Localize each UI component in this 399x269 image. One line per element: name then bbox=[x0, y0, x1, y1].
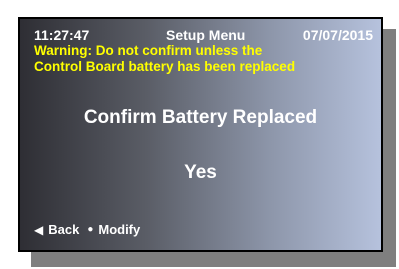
warning-line-1: Warning: Do not confirm unless the bbox=[34, 43, 263, 58]
softkey-bar: ◀ Back ● Modify bbox=[34, 222, 140, 237]
screen-title: Setup Menu bbox=[166, 27, 246, 43]
back-label: Back bbox=[48, 222, 80, 237]
modify-softkey[interactable]: ● Modify bbox=[87, 222, 140, 237]
warning-line-2: Control Board battery has been replaced bbox=[34, 59, 296, 74]
confirm-prompt: Confirm Battery Replaced bbox=[83, 107, 318, 128]
setting-value-yes[interactable]: Yes bbox=[20, 162, 381, 184]
clock-time: 11:27:47 bbox=[34, 27, 90, 43]
setup-menu-display: 11:27:47 Setup Menu 07/07/2015 Warning: … bbox=[0, 0, 399, 269]
back-softkey[interactable]: ◀ Back bbox=[34, 222, 79, 237]
warning-message: Warning: Do not confirm unless the Contr… bbox=[34, 43, 295, 75]
current-date: 07/07/2015 bbox=[302, 27, 373, 43]
left-arrow-icon: ◀ bbox=[34, 222, 44, 237]
bullet-icon: ● bbox=[87, 224, 94, 235]
modify-label: Modify bbox=[98, 222, 141, 237]
display-screen: 11:27:47 Setup Menu 07/07/2015 Warning: … bbox=[18, 17, 383, 252]
